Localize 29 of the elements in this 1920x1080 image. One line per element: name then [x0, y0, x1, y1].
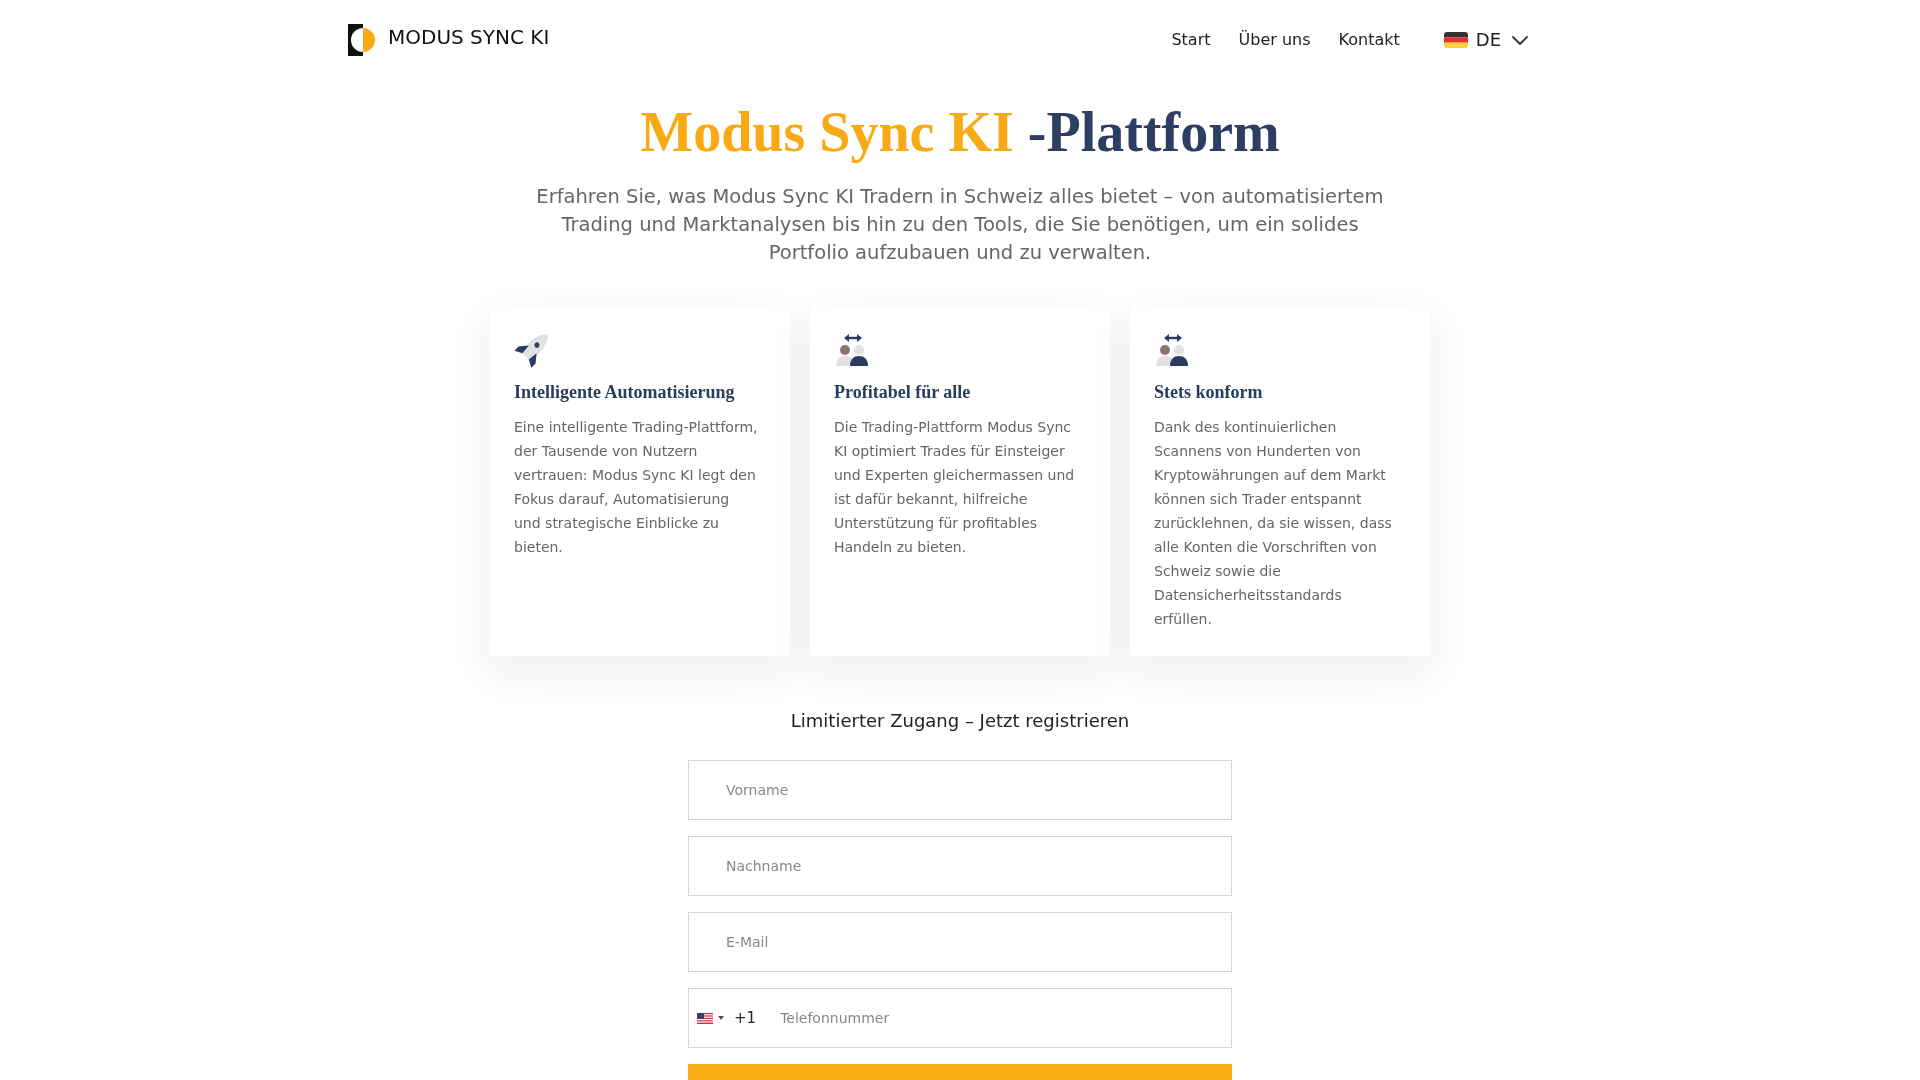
input-field[interactable]: Vorname — [688, 760, 1232, 820]
chevron-down-icon — [1512, 35, 1528, 45]
rocket-icon — [514, 332, 550, 368]
logo-icon — [348, 24, 375, 56]
phone-field[interactable]: +1 Telefonnummer — [688, 988, 1232, 1048]
card-title: Intelligente Automatisierung — [514, 381, 736, 403]
nav-link[interactable]: Über uns — [1238, 30, 1311, 50]
input-field[interactable]: Nachname — [688, 836, 1232, 896]
input-field[interactable]: E-Mail — [688, 912, 1232, 972]
form-title: Limitierter Zugang – Jetzt registrieren — [790, 709, 1130, 733]
intro-text: Erfahren Sie, was Modus Sync KI Tradern in Schweiz alles bietet – von automatisiertem Trading und Marktanalysen bis hin zu den Tools, die Sie benötigen, um ein solides Portfolio aufzubauen und zu verwalten. — [535, 184, 1385, 266]
card-text: Dank des kontinuierlichen Scannens von Hunderten von Kryptowährungen auf dem Markt können sich Trader entspannt zurücklehnen, da sie wissen, dass alle Konten die Vorschriften von Schweiz sowie die Datensicherheitsstandards erfüllen. — [1154, 418, 1393, 629]
card-title: Profitabel für alle — [834, 381, 972, 403]
brand-name: MODUS SYNC KI — [388, 25, 550, 49]
card-title: Stets konform — [1154, 381, 1264, 403]
nav-link[interactable]: Start — [1171, 30, 1211, 50]
phone-input[interactable]: Telefonnummer — [780, 998, 1231, 1038]
caret-icon — [718, 1016, 724, 1020]
country-selector[interactable] — [697, 1012, 724, 1024]
page-title: Modus Sync KI -Plattform — [640, 100, 1280, 165]
card-text: Die Trading-Plattform Modus Sync KI optimiert Trades für Einsteiger und Experten gleichermassen und ist dafür bekannt, hilfreiche Unterstützung für profitables Handeln zu bieten. — [834, 418, 1076, 557]
language-selector[interactable]: DE — [1443, 29, 1528, 51]
dial-code: +1 — [734, 1008, 757, 1028]
card-text: Eine intelligente Trading-Plattform, der Tausende von Nutzern vertrauen: Modus Sync KI legt den Fokus darauf, Automatisierung und strategische Einblicke zu bieten. — [514, 418, 759, 557]
people-arrows-icon — [834, 332, 870, 368]
nav-link[interactable]: Kontakt — [1338, 30, 1400, 50]
flag-icon — [697, 1012, 713, 1024]
people-arrows-icon — [1154, 332, 1190, 368]
flag-icon — [1443, 32, 1468, 48]
